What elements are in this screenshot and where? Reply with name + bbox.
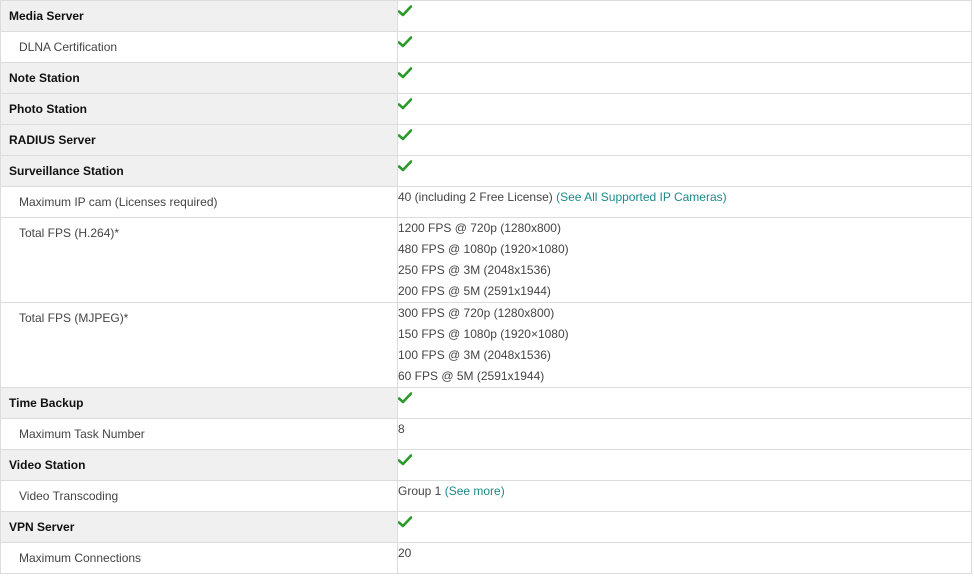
fps-line: 480 FPS @ 1080p (1920×1080) xyxy=(398,242,569,256)
spec-row-surveillance-station: Surveillance Station xyxy=(0,155,972,187)
row-value xyxy=(397,93,972,125)
checkmark-icon xyxy=(398,160,412,172)
row-value: 8 xyxy=(397,418,972,450)
spec-table: Media Server DLNA Certification Note Sta… xyxy=(0,0,972,574)
row-label: Total FPS (H.264)* xyxy=(0,217,398,303)
spec-row-fps-h264: Total FPS (H.264)* 1200 FPS @ 720p (1280… xyxy=(0,217,972,303)
fps-line: 60 FPS @ 5M (2591x1944) xyxy=(398,369,545,383)
row-label: Surveillance Station xyxy=(0,155,398,187)
row-label: Maximum Connections xyxy=(0,542,398,574)
spec-row-vpn-server: VPN Server xyxy=(0,511,972,543)
see-all-ip-cameras-link[interactable]: (See All Supported IP Cameras) xyxy=(556,190,727,204)
fps-line: 150 FPS @ 1080p (1920×1080) xyxy=(398,327,569,341)
row-value-text: Group 1 xyxy=(398,484,445,498)
row-value: 20 xyxy=(397,542,972,574)
checkmark-icon xyxy=(398,516,412,528)
checkmark-icon xyxy=(398,454,412,466)
row-value xyxy=(397,124,972,156)
spec-row-max-task: Maximum Task Number 8 xyxy=(0,418,972,450)
spec-row-photo-station: Photo Station xyxy=(0,93,972,125)
row-label: RADIUS Server xyxy=(0,124,398,156)
row-value xyxy=(397,62,972,94)
fps-line: 300 FPS @ 720p (1280x800) xyxy=(398,306,555,320)
row-value xyxy=(397,155,972,187)
row-value: 300 FPS @ 720p (1280x800) 150 FPS @ 1080… xyxy=(397,302,972,388)
spec-row-video-transcoding: Video Transcoding Group 1 (See more) xyxy=(0,480,972,512)
row-value xyxy=(397,449,972,481)
fps-line: 100 FPS @ 3M (2048x1536) xyxy=(398,348,551,362)
row-label: Media Server xyxy=(0,0,398,32)
row-value-text: 40 (including 2 Free License) xyxy=(398,190,557,204)
checkmark-icon xyxy=(398,36,412,48)
spec-row-video-station: Video Station xyxy=(0,449,972,481)
spec-row-note-station: Note Station xyxy=(0,62,972,94)
row-label: Total FPS (MJPEG)* xyxy=(0,302,398,388)
checkmark-icon xyxy=(398,129,412,141)
row-label: Photo Station xyxy=(0,93,398,125)
row-label: Video Transcoding xyxy=(0,480,398,512)
spec-row-dlna: DLNA Certification xyxy=(0,31,972,63)
row-label: Note Station xyxy=(0,62,398,94)
fps-line: 250 FPS @ 3M (2048x1536) xyxy=(398,263,551,277)
spec-row-media-server: Media Server xyxy=(0,0,972,32)
row-label: Maximum IP cam (Licenses required) xyxy=(0,186,398,218)
fps-line: 200 FPS @ 5M (2591x1944) xyxy=(398,284,551,298)
spec-row-time-backup: Time Backup xyxy=(0,387,972,419)
row-value xyxy=(397,0,972,32)
row-value: 1200 FPS @ 720p (1280x800) 480 FPS @ 108… xyxy=(397,217,972,303)
checkmark-icon xyxy=(398,392,412,404)
spec-row-radius-server: RADIUS Server xyxy=(0,124,972,156)
row-label: Video Station xyxy=(0,449,398,481)
row-value: Group 1 (See more) xyxy=(397,480,972,512)
checkmark-icon xyxy=(398,67,412,79)
spec-row-fps-mjpeg: Total FPS (MJPEG)* 300 FPS @ 720p (1280x… xyxy=(0,302,972,388)
row-label: VPN Server xyxy=(0,511,398,543)
spec-row-max-connections: Maximum Connections 20 xyxy=(0,542,972,574)
row-label: Maximum Task Number xyxy=(0,418,398,450)
row-value: 40 (including 2 Free License) (See All S… xyxy=(397,186,972,218)
row-label: DLNA Certification xyxy=(0,31,398,63)
checkmark-icon xyxy=(398,98,412,110)
spec-row-max-ip-cam: Maximum IP cam (Licenses required) 40 (i… xyxy=(0,186,972,218)
fps-line: 1200 FPS @ 720p (1280x800) xyxy=(398,221,561,235)
row-value xyxy=(397,31,972,63)
row-value xyxy=(397,387,972,419)
row-value xyxy=(397,511,972,543)
see-more-link[interactable]: (See more) xyxy=(445,484,505,498)
checkmark-icon xyxy=(398,5,412,17)
row-label: Time Backup xyxy=(0,387,398,419)
